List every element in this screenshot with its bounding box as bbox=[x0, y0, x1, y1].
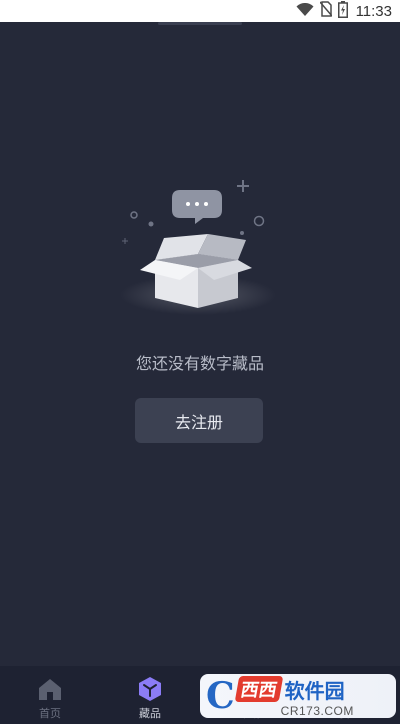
tab-collection[interactable]: 藏品 bbox=[100, 666, 200, 724]
register-button[interactable]: 去注册 bbox=[135, 398, 263, 443]
sparkle-small-plus-icon bbox=[122, 238, 128, 244]
wifi-icon bbox=[296, 2, 314, 21]
empty-message: 您还没有数字藏品 bbox=[135, 354, 264, 373]
sparkle-dot-right bbox=[240, 231, 244, 235]
status-time: 11:33 bbox=[355, 2, 392, 20]
watermark-text: 西西 软件园 CR173.COM bbox=[234, 675, 354, 718]
sparkle-plus-icon bbox=[237, 180, 249, 192]
empty-illustration bbox=[0, 170, 400, 330]
tab-collection-label: 藏品 bbox=[139, 707, 161, 720]
battery-charging-icon bbox=[337, 0, 348, 22]
watermark-url: CR173.COM bbox=[280, 703, 354, 718]
cube-icon bbox=[137, 676, 163, 702]
sparkle-ring-small bbox=[130, 211, 138, 219]
sparkle-ring-large bbox=[253, 215, 265, 227]
watermark-site: 软件园 bbox=[284, 678, 345, 703]
status-icons: 11:33 bbox=[296, 0, 392, 22]
open-box-icon bbox=[140, 234, 252, 308]
no-sim-icon bbox=[318, 1, 333, 21]
home-icon bbox=[37, 676, 63, 702]
watermark-brand: 西西 bbox=[234, 676, 283, 702]
sparkle-dot bbox=[148, 221, 154, 227]
top-handle bbox=[158, 22, 242, 25]
status-bar: 11:33 bbox=[0, 0, 400, 22]
speech-bubble-icon bbox=[172, 190, 222, 224]
watermark-letter: C bbox=[206, 675, 235, 717]
watermark-logo: C 西西 软件园 CR173.COM bbox=[200, 674, 396, 718]
tab-home-label: 首页 bbox=[39, 707, 61, 720]
tab-home[interactable]: 首页 bbox=[0, 666, 100, 724]
